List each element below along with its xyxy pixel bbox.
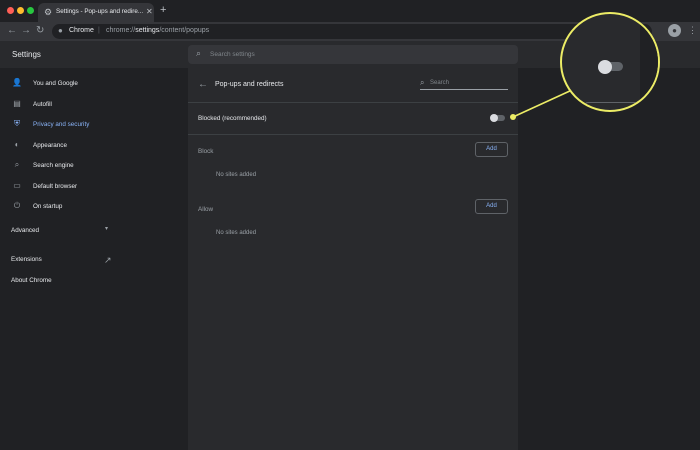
sidebar-item-label: On startup <box>33 203 63 210</box>
blocked-recommended-label: Blocked (recommended) <box>198 115 267 122</box>
sidebar-item-privacy-and-security[interactable]: ⛨ Privacy and security <box>0 114 118 134</box>
sidebar-item-label: You and Google <box>33 80 78 87</box>
close-window-button[interactable] <box>7 7 14 14</box>
block-section-title: Block <box>198 148 214 155</box>
sidebar-item-label: Appearance <box>33 142 67 149</box>
sidebar-item-extensions[interactable]: Extensions <box>11 256 42 263</box>
chrome-icon: ● <box>58 26 63 35</box>
browser-icon: ▭ <box>13 181 21 190</box>
search-settings-input[interactable]: ⌕ Search settings <box>188 45 518 64</box>
sidebar-item-label: Privacy and security <box>33 121 90 128</box>
sidebar-item-on-startup[interactable]: ⏻ On startup <box>0 196 118 216</box>
shield-icon: ⛨ <box>14 119 20 128</box>
url-path: /content/popups <box>159 27 210 34</box>
omnibox-origin: Chrome <box>69 27 94 34</box>
clipboard-icon: ▤ <box>13 99 21 108</box>
sidebar-item-label: Autofill <box>33 101 52 108</box>
more-menu-icon[interactable]: ⋮ <box>688 25 697 36</box>
search-settings-placeholder: Search settings <box>210 51 255 58</box>
toggle-knob <box>490 113 498 122</box>
callout-anchor-dot <box>510 114 516 120</box>
toggle-knob <box>598 59 612 74</box>
browser-tab[interactable]: ⚙ Settings - Pop-ups and redire... ✕ <box>38 3 154 22</box>
gear-icon: ⚙ <box>44 7 53 17</box>
sidebar-item-appearance[interactable]: ◐ Appearance <box>0 135 118 155</box>
sidebar-item-you-and-google[interactable]: 👤 You and Google <box>0 73 118 93</box>
sidebar-item-label: Default browser <box>33 183 78 190</box>
forward-icon[interactable]: → <box>21 25 31 36</box>
open-in-new-icon[interactable]: ↗ <box>104 255 112 266</box>
page-title: Pop-ups and redirects <box>215 81 284 88</box>
settings-title: Settings <box>12 50 41 59</box>
close-tab-icon[interactable]: ✕ <box>146 7 153 16</box>
address-bar[interactable]: ● Chrome | chrome://settings/content/pop… <box>52 24 652 39</box>
add-block-site-button[interactable]: Add <box>475 142 508 157</box>
allow-section-title: Allow <box>198 206 214 213</box>
block-empty-message: No sites added <box>216 172 257 178</box>
add-allow-site-button[interactable]: Add <box>475 199 508 214</box>
callout-background <box>640 14 658 110</box>
search-icon: ⌕ <box>14 160 20 169</box>
magnified-toggle-switch <box>598 59 623 74</box>
new-tab-button[interactable]: + <box>160 4 166 16</box>
divider <box>188 134 518 135</box>
magnified-callout: Add <box>560 12 660 112</box>
chevron-down-icon[interactable]: ▾ <box>105 225 108 232</box>
site-search-input[interactable]: ⌕ Search <box>420 78 508 90</box>
allow-empty-message: No sites added <box>216 230 257 236</box>
blocked-toggle-switch[interactable] <box>490 113 505 122</box>
search-icon: ⌕ <box>420 78 425 87</box>
person-icon: 👤 <box>12 78 22 87</box>
url-host: settings <box>135 27 160 34</box>
minimize-window-button[interactable] <box>17 7 24 14</box>
omnibox-url: chrome://settings/content/popups <box>106 27 209 34</box>
back-arrow-icon[interactable]: ← <box>198 79 208 90</box>
sidebar-item-autofill[interactable]: ▤ Autofill <box>0 94 118 114</box>
site-search-placeholder: Search <box>430 80 450 86</box>
omnibox-separator: | <box>98 27 100 34</box>
popups-settings-card: ← Pop-ups and redirects ⌕ Search Blocked… <box>188 68 518 450</box>
sidebar: 👤 You and Google ▤ Autofill ⛨ Privacy an… <box>0 68 118 450</box>
sidebar-item-label: Search engine <box>33 162 74 169</box>
palette-icon: ◐ <box>14 140 20 149</box>
power-icon: ⏻ <box>13 201 21 210</box>
url-prefix: chrome:// <box>106 27 136 34</box>
search-icon: ⌕ <box>196 48 202 58</box>
sidebar-item-default-browser[interactable]: ▭ Default browser <box>0 176 118 196</box>
sidebar-item-about-chrome[interactable]: About Chrome <box>11 277 52 284</box>
maximize-window-button[interactable] <box>27 7 34 14</box>
advanced-section-toggle[interactable]: Advanced <box>11 227 39 234</box>
back-icon[interactable]: ← <box>7 25 17 36</box>
sidebar-item-search-engine[interactable]: ⌕ Search engine <box>0 155 118 175</box>
magnified-add-button: Add <box>584 102 646 110</box>
divider <box>188 102 518 103</box>
reload-icon[interactable]: ↻ <box>36 25 44 36</box>
profile-avatar-icon[interactable]: ● <box>668 24 681 37</box>
tab-title: Settings - Pop-ups and redire... <box>56 8 144 15</box>
